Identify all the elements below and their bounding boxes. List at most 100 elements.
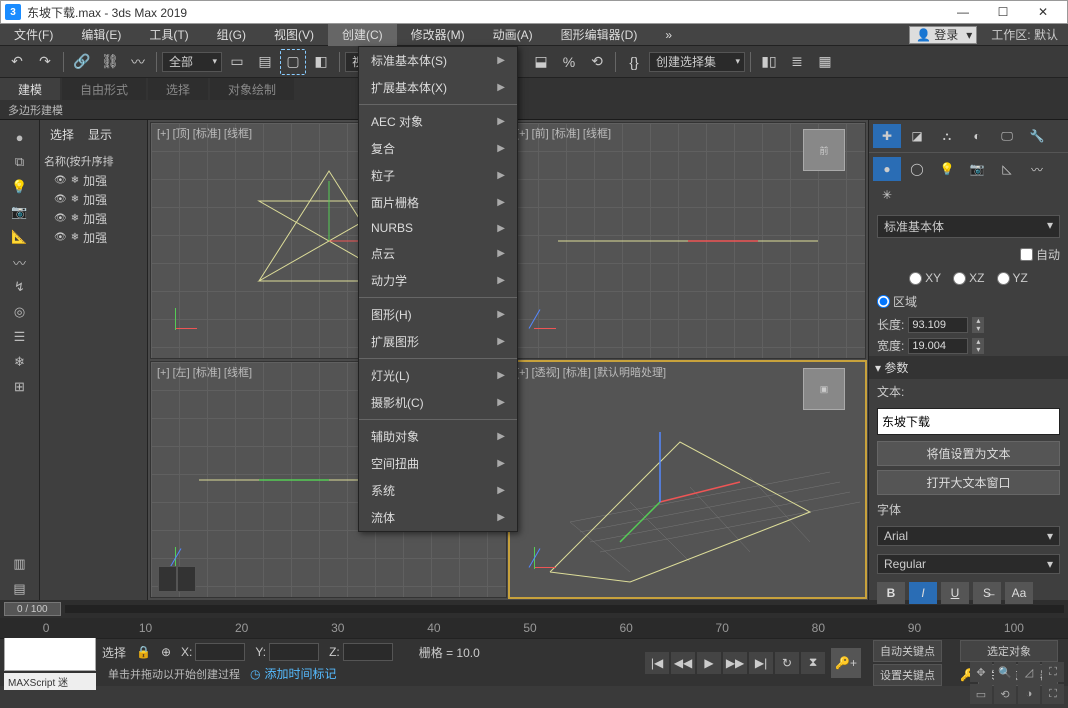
scene-tab-display[interactable]: 显示 [88,126,112,143]
menu-animation[interactable]: 动画(A) [479,24,547,46]
menu-shapes[interactable]: 图形(H)▶ [359,301,517,328]
loop-button[interactable]: ↻ [775,652,799,674]
menu-aec[interactable]: AEC 对象▶ [359,108,517,135]
login-dropdown[interactable]: 👤 登录 [909,26,977,44]
sphere-icon[interactable]: ● [7,126,33,148]
viewport-layout-icon[interactable] [158,566,196,592]
menu-patch-grids[interactable]: 面片栅格▶ [359,189,517,216]
menu-extended-primitives[interactable]: 扩展基本体(X)▶ [359,74,517,101]
select-object-button[interactable]: ▭ [224,49,250,75]
goto-start-button[interactable]: |◀ [645,652,669,674]
eye-icon[interactable]: 👁 [54,213,67,224]
named-selection-set[interactable]: 创建选择集 [649,52,745,72]
category-select[interactable]: 标准基本体 [877,215,1060,238]
scene-item[interactable]: 👁❄加强 [44,209,143,228]
cmd-tab-modify[interactable]: ◪ [903,124,931,148]
cmd-tab-create[interactable]: ✚ [873,124,901,148]
menu-overflow[interactable]: » [651,24,686,46]
window-crossing-button[interactable]: ◧ [308,49,334,75]
walk-button[interactable]: ◑ [1018,684,1040,704]
maxscript-input[interactable]: MAXScript 迷 [4,673,96,690]
max-toggle-button[interactable]: ⛶ [1042,684,1064,704]
menu-standard-primitives[interactable]: 标准基本体(S)▶ [359,47,517,74]
goto-end-button[interactable]: ▶| [749,652,773,674]
auto-key-button[interactable]: 自动关键点 [873,640,942,662]
mirror-button[interactable]: ▮▯ [756,49,782,75]
region-radio[interactable]: 区域 [877,293,917,310]
rectangular-region-button[interactable]: ▢ [280,49,306,75]
ribbon-tab-freeform[interactable]: 自由形式 [62,78,146,100]
cat-systems[interactable]: ✳ [873,183,901,207]
viewport-label[interactable]: [+] [顶] [标准] [线框] [157,125,252,141]
align-button[interactable]: ≣ [784,49,810,75]
italic-button[interactable]: I [909,582,937,604]
menu-modifiers[interactable]: 修改器(M) [397,24,479,46]
set-as-text-button[interactable]: 将值设置为文本 [877,441,1060,466]
time-config-button[interactable]: ⧗ [801,652,825,674]
freeze-icon[interactable]: ❄ [71,232,79,243]
case-button[interactable]: Aa [1005,582,1033,604]
strike-button[interactable]: S̶ [973,582,1001,604]
panel-toggle-icon[interactable]: ▥ [7,553,33,575]
menu-particles[interactable]: 粒子▶ [359,162,517,189]
percent-snap-button[interactable]: % [556,49,582,75]
mini-listener[interactable] [4,635,96,671]
menu-nurbs[interactable]: NURBS▶ [359,216,517,240]
panel-toggle2-icon[interactable]: ▤ [7,578,33,600]
coord-mode-icon[interactable]: ⊕ [161,645,171,659]
cat-shapes[interactable]: ◯ [903,157,931,181]
axis-yz[interactable]: YZ [997,271,1028,285]
open-large-text-button[interactable]: 打开大文本窗口 [877,470,1060,495]
eye-icon[interactable]: 👁 [54,194,67,205]
menu-space-warps[interactable]: 空间扭曲▶ [359,450,517,477]
spinner-snap-button[interactable]: ⟲ [584,49,610,75]
minimize-button[interactable]: — [943,1,983,23]
z-input[interactable] [343,643,393,661]
link-button[interactable]: 🔗 [69,49,95,75]
zoom-region-button[interactable]: ▭ [970,684,992,704]
text-input[interactable]: 东坡下载 [877,408,1060,435]
eye-icon[interactable]: 👁 [54,175,67,186]
cmd-tab-hierarchy[interactable]: ⛬ [933,124,961,148]
viewport-perspective[interactable]: [+] [透视] [标准] [默认明暗处理] ▣ [509,361,866,598]
menu-view[interactable]: 视图(V) [260,24,328,46]
eye-icon[interactable]: 👁 [54,232,67,243]
scene-tab-select[interactable]: 选择 [50,126,74,143]
workspace-value[interactable]: 默认 [1034,28,1058,42]
freeze-icon[interactable]: ❄ [71,194,79,205]
link-icon[interactable]: ⧉ [7,151,33,173]
hierarchy-icon[interactable]: ⊞ [7,376,33,398]
add-time-tag[interactable]: ◷ 添加时间标记 [250,665,337,682]
menu-compound[interactable]: 复合▶ [359,135,517,162]
viewport-label[interactable]: [+] [前] [标准] [线框] [516,125,611,141]
cmd-tab-display[interactable]: 🖵 [993,124,1021,148]
filter-select[interactable]: 全部 [162,52,222,72]
lock-icon[interactable]: 🔒 [136,645,151,659]
target-icon[interactable]: ◎ [7,301,33,323]
menu-create[interactable]: 创建(C) [328,24,397,46]
menu-fluids[interactable]: 流体▶ [359,504,517,531]
freeze-icon[interactable]: ❄ [71,175,79,186]
cmd-tab-motion[interactable]: ◐ [963,124,991,148]
width-input[interactable] [908,338,968,354]
zoom-button[interactable]: 🔍 [994,662,1016,682]
menu-edit[interactable]: 编辑(E) [67,24,135,46]
unlink-button[interactable]: ⛓ [97,49,123,75]
scene-item[interactable]: 👁❄加强 [44,190,143,209]
wave-icon[interactable]: 〰 [7,251,33,273]
font-style-select[interactable]: Regular [877,554,1060,574]
prev-frame-button[interactable]: ◀◀ [671,652,695,674]
cat-geometry[interactable]: ● [873,157,901,181]
auto-checkbox[interactable]: 自动 [1020,246,1060,263]
set-key-big-button[interactable]: 🔑+ [831,648,861,678]
select-place-button[interactable]: ⬓ [528,49,554,75]
x-input[interactable] [195,643,245,661]
layer-icon[interactable]: ☰ [7,326,33,348]
scene-item[interactable]: 👁❄加强 [44,228,143,247]
pan-button[interactable]: ✥ [970,662,992,682]
scene-column-header[interactable]: 名称(按升序排 [44,151,143,171]
menu-point-cloud[interactable]: 点云▶ [359,240,517,267]
menu-graph-editors[interactable]: 图形编辑器(D) [547,24,652,46]
cmd-tab-utilities[interactable]: 🔧 [1023,124,1051,148]
ribbon-tab-modeling[interactable]: 建模 [0,78,60,100]
